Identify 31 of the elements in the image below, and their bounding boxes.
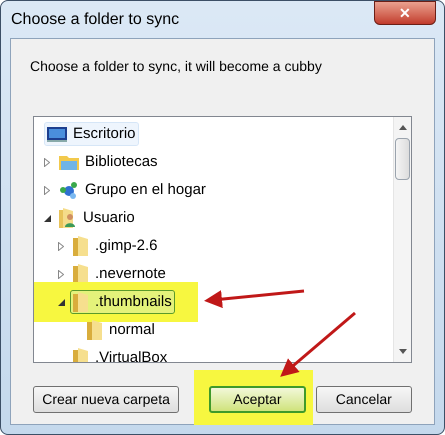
tree-item[interactable]: Usuario [56,206,138,230]
dialog-button[interactable]: Aceptar [209,386,306,413]
expand-icon[interactable] [58,242,64,250]
tree-item[interactable]: Grupo en el hogar [56,178,209,202]
homegroup-icon [59,181,79,199]
user-folder-icon [59,208,77,228]
dialog-button[interactable]: Crear nueva carpeta [33,386,180,413]
desktop-icon [47,126,67,142]
scrollbar[interactable] [393,117,411,362]
tree-item[interactable]: .VirtualBox [70,346,170,362]
expand-icon[interactable] [58,270,64,278]
folder-icon [87,320,103,340]
expand-icon[interactable] [44,186,50,194]
tree-item[interactable]: .thumbnails [70,290,175,314]
window-title: Choose a folder to sync [11,10,180,30]
collapse-icon[interactable] [44,214,51,222]
scroll-down-icon[interactable] [398,349,406,354]
tree-item[interactable]: Bibliotecas [56,150,161,174]
library-icon [59,154,79,170]
collapse-icon[interactable] [58,298,65,306]
tree-item[interactable]: .gimp-2.6 [70,234,161,258]
folder-icon [73,348,89,362]
folder-icon [73,292,89,312]
folder-icon [73,236,89,256]
scrollbar-thumb[interactable] [395,138,410,180]
message-text: Choose a folder to sync, it will become a cubby [29,57,323,76]
scroll-up-icon[interactable] [398,125,406,130]
tree-item[interactable]: normal [84,318,158,342]
expand-icon[interactable] [44,158,50,166]
tree-item[interactable]: Escritorio [44,122,139,146]
dialog-button[interactable]: Cancelar [316,386,412,413]
